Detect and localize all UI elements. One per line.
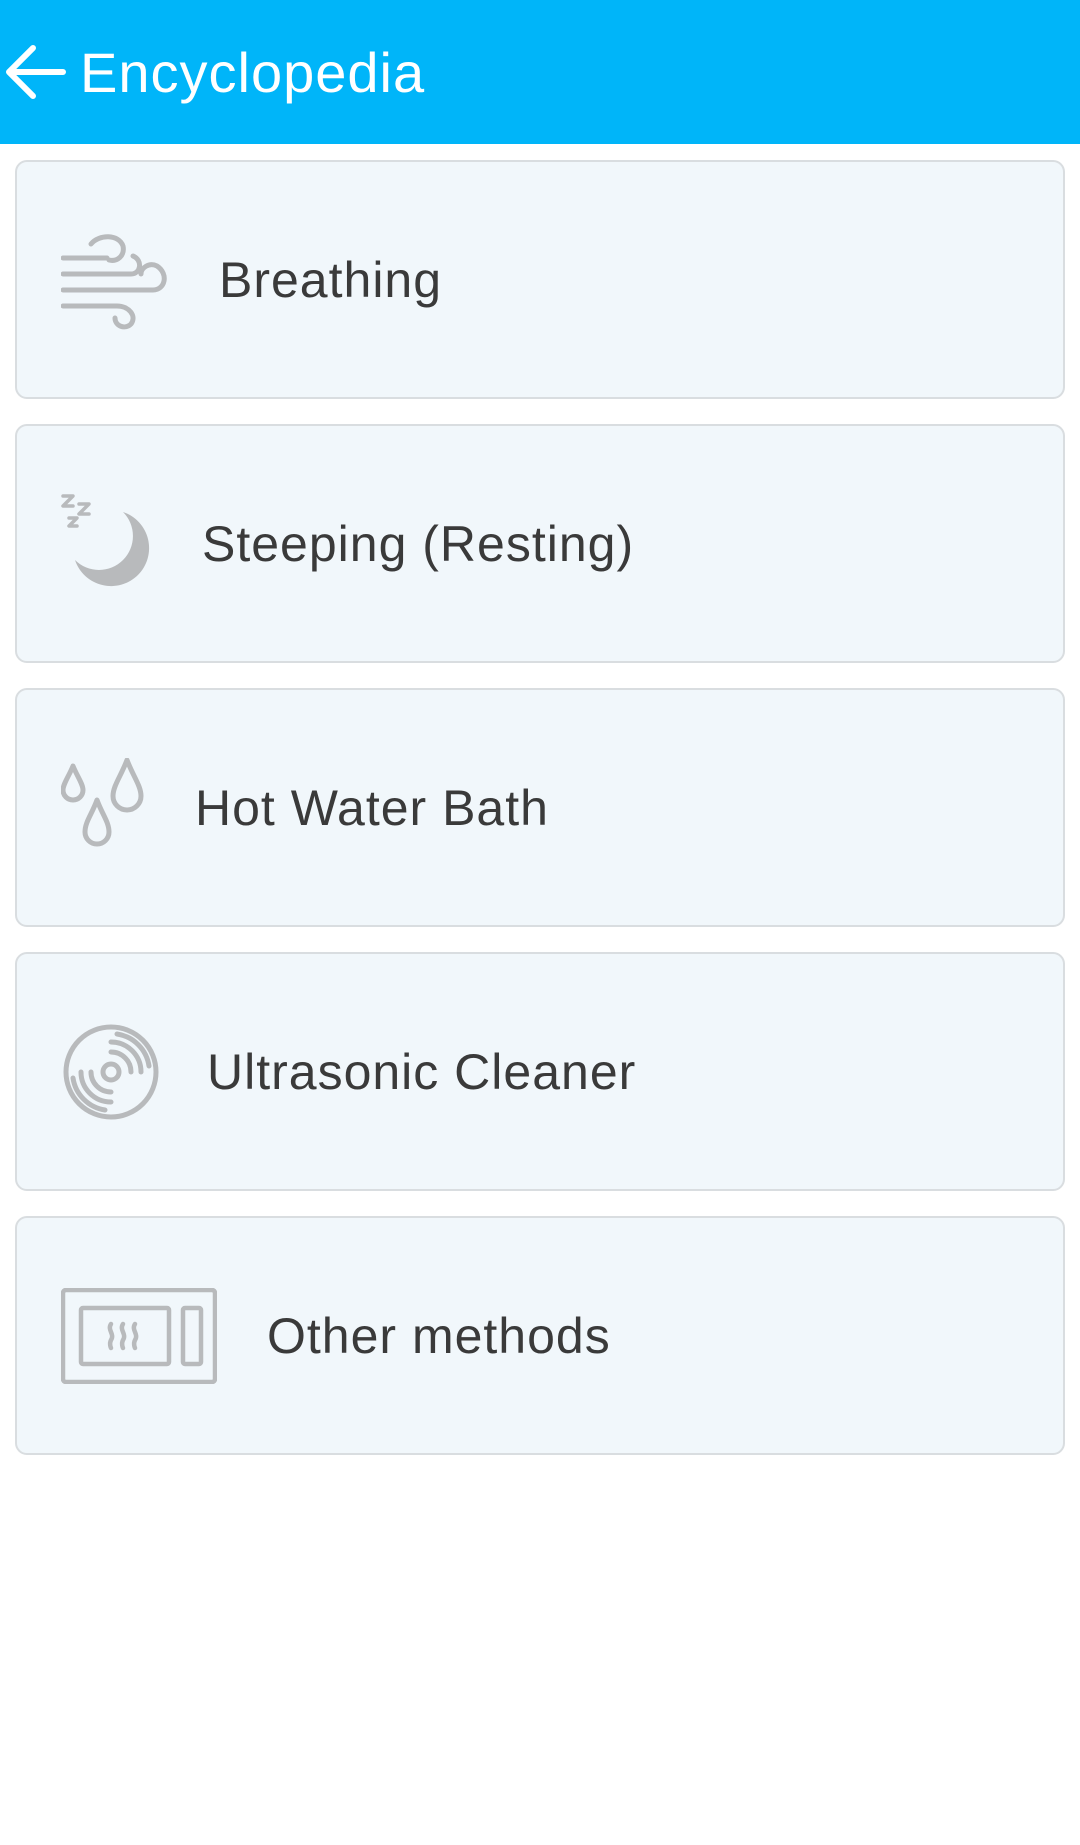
- back-button[interactable]: [0, 37, 70, 107]
- page-title: Encyclopedia: [80, 40, 426, 104]
- moon-sleep-icon: [61, 493, 157, 594]
- item-label: Breathing: [219, 251, 443, 308]
- item-label: Ultrasonic Cleaner: [207, 1043, 637, 1100]
- wind-icon: [61, 230, 171, 330]
- encyclopedia-list: Breathing Steeping (Resting) Hot Water B…: [15, 160, 1065, 1480]
- arrow-left-icon: [6, 45, 66, 99]
- list-item-steeping[interactable]: Steeping (Resting): [15, 424, 1065, 663]
- app-bar: Encyclopedia: [0, 0, 1080, 144]
- list-item-ultrasonic-cleaner[interactable]: Ultrasonic Cleaner: [15, 952, 1065, 1191]
- list-item-other-methods[interactable]: Other methods: [15, 1216, 1065, 1455]
- microwave-icon: [61, 1287, 217, 1384]
- item-label: Other methods: [267, 1307, 611, 1364]
- list-item-breathing[interactable]: Breathing: [15, 160, 1065, 399]
- water-drops-icon: [61, 757, 151, 858]
- item-label: Hot Water Bath: [195, 779, 549, 836]
- list-item-hot-water-bath[interactable]: Hot Water Bath: [15, 688, 1065, 927]
- ultrasonic-icon: [61, 1022, 161, 1122]
- item-label: Steeping (Resting): [202, 515, 635, 572]
